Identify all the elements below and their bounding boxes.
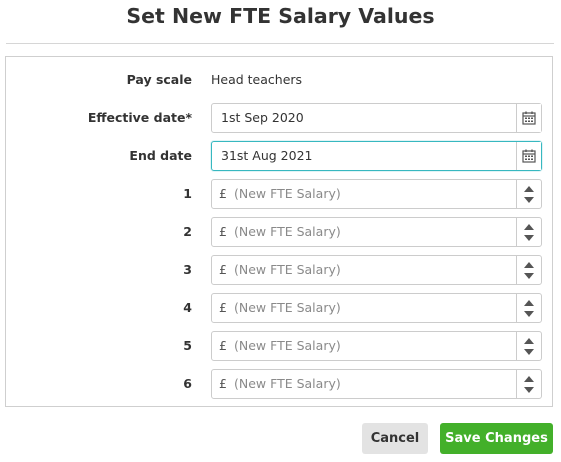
salary-point-row: 2 £ (New FTE Salary) (6, 217, 554, 247)
salary-point-label: 5 (183, 338, 192, 353)
stepper-down-icon[interactable] (524, 272, 534, 279)
stepper-up-icon[interactable] (524, 375, 534, 382)
stepper-up-icon[interactable] (524, 223, 534, 230)
salary-point-label: 4 (183, 300, 192, 315)
salary-point-row: 4 £ (New FTE Salary) (6, 293, 554, 323)
currency-symbol: £ (219, 300, 227, 315)
stepper-down-icon[interactable] (524, 386, 534, 393)
salary-point-label: 6 (183, 376, 192, 391)
salary-input-field[interactable]: £ (New FTE Salary) (211, 217, 542, 247)
salary-point-row: 5 £ (New FTE Salary) (6, 331, 554, 361)
stepper-up-icon[interactable] (524, 337, 534, 344)
salary-input-field[interactable]: £ (New FTE Salary) (211, 179, 542, 209)
salary-form-panel: Pay scale Head teachers Effective date* … (5, 56, 553, 407)
save-changes-button[interactable]: Save Changes (440, 423, 553, 454)
salary-input-field[interactable]: £ (New FTE Salary) (211, 331, 542, 361)
salary-point-label: 3 (183, 262, 192, 277)
salary-point-row: 6 £ (New FTE Salary) (6, 369, 554, 399)
salary-point-label: 2 (183, 224, 192, 239)
number-stepper[interactable] (516, 294, 541, 322)
end-date-input[interactable]: 31st Aug 2021 (212, 142, 516, 170)
salary-input-field[interactable]: £ (New FTE Salary) (211, 293, 542, 323)
effective-date-field[interactable]: 1st Sep 2020 (211, 103, 542, 133)
end-date-label: End date (129, 148, 192, 163)
salary-input[interactable]: (New FTE Salary) (230, 294, 516, 322)
end-date-row: End date 31st Aug 2021 (6, 141, 554, 171)
number-stepper[interactable] (516, 256, 541, 284)
stepper-down-icon[interactable] (524, 310, 534, 317)
stepper-up-icon[interactable] (524, 185, 534, 192)
pay-scale-label: Pay scale (126, 72, 192, 87)
effective-date-label: Effective date* (87, 110, 192, 125)
salary-input[interactable]: (New FTE Salary) (230, 180, 516, 208)
calendar-icon[interactable] (516, 104, 541, 132)
salary-input-field[interactable]: £ (New FTE Salary) (211, 369, 542, 399)
salary-input[interactable]: (New FTE Salary) (230, 370, 516, 398)
salary-input[interactable]: (New FTE Salary) (230, 218, 516, 246)
salary-input[interactable]: (New FTE Salary) (230, 332, 516, 360)
pay-scale-value: Head teachers (211, 72, 303, 87)
stepper-down-icon[interactable] (524, 234, 534, 241)
salary-input-field[interactable]: £ (New FTE Salary) (211, 255, 542, 285)
effective-date-row: Effective date* 1st Sep 2020 (6, 103, 554, 133)
currency-symbol: £ (219, 338, 227, 353)
currency-symbol: £ (219, 224, 227, 239)
stepper-up-icon[interactable] (524, 261, 534, 268)
currency-symbol: £ (219, 186, 227, 201)
calendar-icon[interactable] (516, 142, 541, 170)
number-stepper[interactable] (516, 370, 541, 398)
stepper-up-icon[interactable] (524, 299, 534, 306)
salary-point-label: 1 (183, 186, 192, 201)
number-stepper[interactable] (516, 218, 541, 246)
end-date-field[interactable]: 31st Aug 2021 (211, 141, 542, 171)
number-stepper[interactable] (516, 332, 541, 360)
salary-input[interactable]: (New FTE Salary) (230, 256, 516, 284)
title-divider (6, 43, 554, 44)
currency-symbol: £ (219, 376, 227, 391)
number-stepper[interactable] (516, 180, 541, 208)
cancel-button[interactable]: Cancel (362, 423, 428, 454)
stepper-down-icon[interactable] (524, 348, 534, 355)
currency-symbol: £ (219, 262, 227, 277)
salary-point-row: 3 £ (New FTE Salary) (6, 255, 554, 285)
pay-scale-row: Pay scale Head teachers (6, 65, 554, 95)
salary-point-row: 1 £ (New FTE Salary) (6, 179, 554, 209)
effective-date-input[interactable]: 1st Sep 2020 (212, 104, 516, 132)
stepper-down-icon[interactable] (524, 196, 534, 203)
dialog-title: Set New FTE Salary Values (126, 4, 435, 28)
